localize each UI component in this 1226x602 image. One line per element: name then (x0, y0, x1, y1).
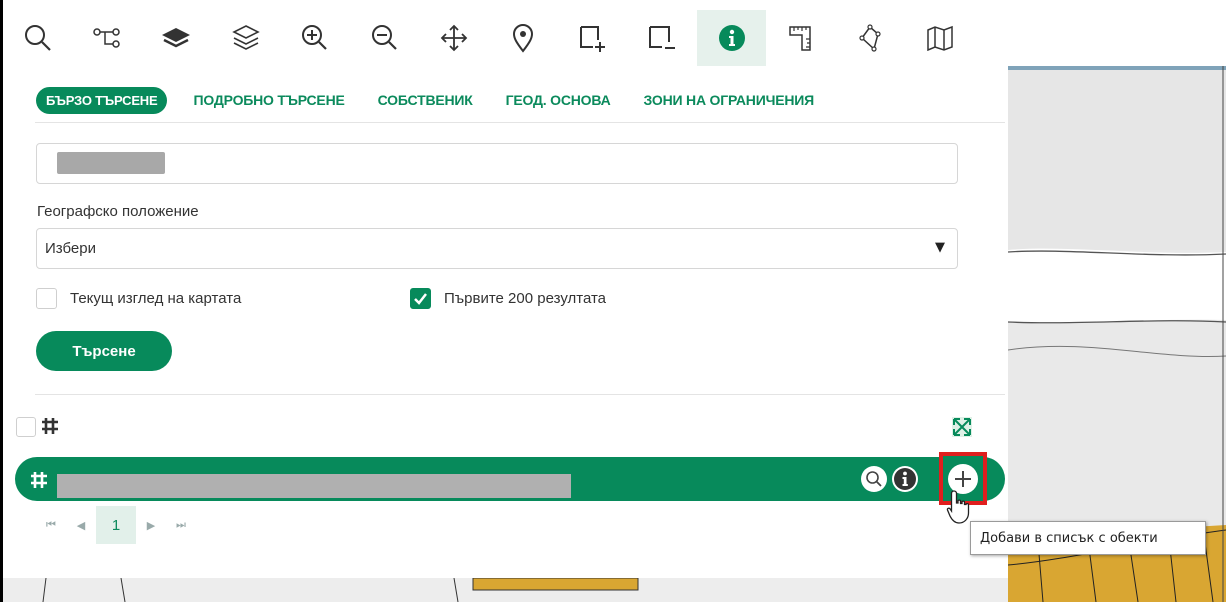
prev-page-icon[interactable]: ◀ (66, 519, 96, 532)
last-page-icon[interactable]: ⏭ (166, 518, 196, 532)
geo-position-label: Географско положение (37, 203, 199, 220)
tool-zoom-out[interactable] (350, 10, 419, 66)
tool-search[interactable] (3, 10, 72, 66)
search-icon (24, 25, 51, 51)
first200-option[interactable]: Първите 200 резултата (410, 288, 606, 309)
tool-route[interactable] (72, 10, 141, 66)
current-view-checkbox[interactable] (36, 288, 57, 309)
caret-down-icon: ▼ (935, 240, 945, 255)
pan-icon (440, 24, 468, 52)
pager: ⏮ ◀ 1 ▶ ⏭ (36, 506, 196, 544)
info-icon (894, 468, 916, 490)
current-page[interactable]: 1 (96, 506, 136, 544)
tool-layers-outline[interactable] (211, 10, 280, 66)
measure-icon (789, 26, 811, 51)
redacted-input-value (57, 152, 165, 174)
tab-quick-search[interactable]: БЪРЗО ТЪРСЕНЕ (36, 86, 168, 114)
expand-icon[interactable] (952, 417, 972, 437)
geo-position-select[interactable]: Избери ▼ (36, 228, 958, 269)
geo-position-value: Избери (45, 240, 96, 257)
search-panel: БЪРЗО ТЪРСЕНЕ ПОДРОБНО ТЪРСЕНЕ СОБСТВЕНИ… (3, 66, 1008, 578)
current-view-label: Текущ изглед на картата (70, 290, 242, 307)
info-icon (718, 25, 745, 51)
tool-zoom-in[interactable] (281, 10, 350, 66)
tool-location[interactable] (489, 10, 558, 66)
tooltip: Добави в списък с обекти (970, 521, 1206, 555)
check-icon (414, 293, 427, 305)
zoom-out-icon (371, 25, 397, 50)
select-area-add-icon (579, 26, 605, 52)
zoom-to-result-button[interactable] (861, 466, 887, 492)
result-info-button[interactable] (892, 466, 918, 492)
map-icon (927, 25, 953, 51)
tool-measure[interactable] (766, 10, 835, 66)
layers-icon (162, 28, 191, 48)
tool-select-add[interactable] (558, 10, 627, 66)
next-page-icon[interactable]: ▶ (136, 519, 166, 532)
tab-geodetic-base[interactable]: ГЕОД. ОСНОВА (506, 92, 611, 108)
location-pin-icon (513, 24, 534, 53)
tab-owner[interactable]: СОБСТВЕНИК (378, 92, 473, 108)
first-page-icon[interactable]: ⏮ (36, 518, 66, 532)
search-icon (866, 471, 882, 487)
map-view-bottom[interactable] (3, 578, 1008, 602)
zoom-in-icon (302, 25, 328, 50)
polygon-icon (859, 24, 881, 52)
redacted-result-text (57, 474, 571, 498)
search-button[interactable]: Търсене (36, 331, 172, 371)
divider (35, 122, 1005, 123)
first200-label: Първите 200 резултата (444, 290, 606, 307)
layers-outline-icon (232, 25, 260, 50)
tool-info[interactable] (696, 10, 767, 66)
select-area-remove-icon (649, 26, 676, 49)
tab-restriction-zones[interactable]: ЗОНИ НА ОГРАНИЧЕНИЯ (644, 92, 815, 108)
tool-layers[interactable] (142, 10, 211, 66)
grid-icon (31, 472, 47, 488)
current-view-option[interactable]: Текущ изглед на картата (36, 288, 241, 309)
tool-polygon[interactable] (836, 10, 905, 66)
hand-cursor-icon (946, 490, 970, 524)
divider (35, 394, 1005, 395)
search-input[interactable] (36, 143, 958, 184)
route-icon (93, 28, 120, 48)
grid-icon (42, 418, 58, 434)
tool-select-remove[interactable] (628, 10, 697, 66)
result-row[interactable] (15, 452, 1005, 505)
tab-detailed-search[interactable]: ПОДРОБНО ТЪРСЕНЕ (193, 92, 344, 108)
tool-pan[interactable] (419, 10, 488, 66)
first200-checkbox[interactable] (410, 288, 431, 309)
plus-icon (955, 470, 971, 487)
map-toolbar (3, 10, 1226, 66)
tool-map[interactable] (905, 10, 974, 66)
search-tabs: БЪРЗО ТЪРСЕНЕ ПОДРОБНО ТЪРСЕНЕ СОБСТВЕНИ… (36, 85, 847, 115)
select-all-checkbox[interactable] (16, 417, 36, 437)
